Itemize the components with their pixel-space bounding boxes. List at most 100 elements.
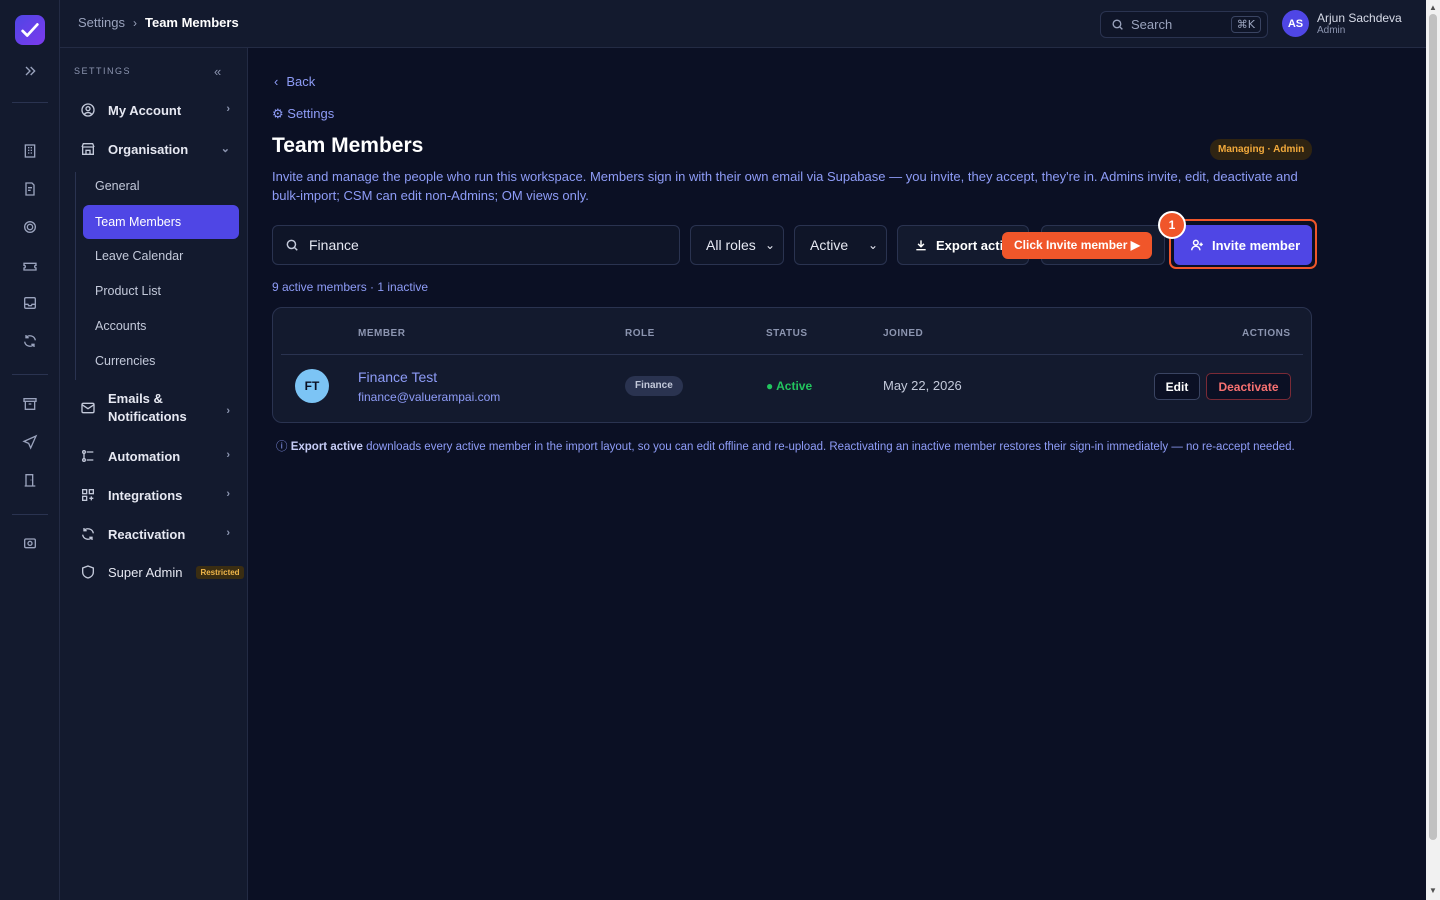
chevron-right-icon: › [226, 527, 230, 539]
chevron-down-icon: ⌄ [220, 143, 230, 155]
member-name[interactable]: Finance Test [358, 369, 437, 385]
sidebar-subitem-team-members[interactable]: Team Members [83, 205, 239, 239]
scroll-down-icon[interactable]: ▼ [1429, 886, 1437, 895]
user-circle-icon [81, 103, 95, 117]
sidebar-item-integrations[interactable]: Integrations › [80, 484, 230, 506]
app-logo[interactable] [15, 15, 45, 45]
document-icon[interactable] [20, 179, 40, 199]
building-icon[interactable] [20, 141, 40, 161]
sidebar-item-label: My Account [108, 102, 182, 118]
role-filter-select[interactable]: All roles ⌄ [690, 225, 784, 265]
archive-icon[interactable] [20, 394, 40, 414]
workflow-icon [82, 450, 94, 462]
database-icon[interactable] [20, 533, 40, 553]
chevron-right-icon: › [226, 449, 230, 461]
search-icon [286, 239, 298, 251]
target-icon[interactable] [20, 217, 40, 237]
breadcrumb-current: Team Members [144, 15, 239, 30]
sidebar-item-organisation[interactable]: Organisation ⌄ [80, 138, 230, 160]
breadcrumb-settings[interactable]: Settings [78, 15, 125, 30]
invite-member-button[interactable]: Invite member [1174, 225, 1312, 265]
rail-divider [12, 374, 48, 375]
user-role: Admin [1317, 24, 1346, 36]
sidebar-item-label: Automation [108, 448, 181, 464]
export-note: ⓘ Export active downloads every active m… [276, 438, 1306, 456]
inbox-icon[interactable] [20, 293, 40, 313]
step-number-badge: 1 [1158, 211, 1186, 239]
sidebar-subitem-product-list[interactable]: Product List [95, 284, 161, 298]
invite-label: Invite member [1212, 237, 1301, 253]
sidebar-item-reactivation[interactable]: Reactivation › [80, 523, 230, 545]
sidebar-item-emails-notifications[interactable]: Emails & Notifications › [80, 390, 230, 426]
note-text: downloads every active member in the imp… [362, 441, 1295, 453]
sidebar-subitem-general[interactable]: General [95, 179, 139, 193]
chevron-down-icon: ⌄ [867, 238, 878, 252]
column-header-status: STATUS [766, 328, 808, 339]
search-shortcut: ⌘K [1230, 16, 1261, 33]
avatar: FT [295, 369, 329, 403]
role-filter-value: All roles [706, 237, 756, 253]
managing-badge: Managing · Admin [1210, 139, 1313, 160]
restricted-badge: Restricted [196, 565, 244, 579]
back-label: Back [286, 74, 316, 89]
status-filter-select[interactable]: Active ⌄ [794, 225, 887, 265]
rail-divider [12, 102, 48, 103]
chevron-right-icon: › [226, 405, 230, 417]
deactivate-button[interactable]: Deactivate [1206, 373, 1291, 400]
back-link[interactable]: ‹ Back [274, 74, 315, 89]
avatar: AS [1282, 10, 1309, 37]
settings-link[interactable]: ⚙ Settings [272, 106, 334, 122]
door-icon[interactable] [20, 470, 40, 490]
download-icon [916, 240, 926, 251]
member-search-input[interactable]: Finance [272, 225, 680, 265]
user-name: Arjun Sachdeva [1317, 10, 1402, 25]
edit-button[interactable]: Edit [1154, 373, 1200, 400]
settings-sidebar: SETTINGS « My Account › Organisation ⌄ G… [60, 48, 248, 900]
sidebar-subitem-currencies[interactable]: Currencies [95, 354, 155, 368]
expand-rail-icon[interactable] [20, 61, 40, 81]
guide-hint-callout: Click Invite member ▶ [1002, 232, 1152, 259]
icon-rail [0, 0, 60, 900]
sidebar-item-label: Super Admin [108, 564, 183, 580]
sidebar-heading: SETTINGS [74, 66, 132, 76]
sidebar-item-automation[interactable]: Automation › [80, 445, 230, 467]
sidebar-subitem-accounts[interactable]: Accounts [95, 319, 146, 333]
user-menu[interactable]: AS Arjun Sachdeva Admin [1282, 10, 1402, 37]
main-content: ‹ Back ⚙ Settings Team Members Managing … [248, 48, 1426, 900]
chevron-left-icon: ‹ [274, 74, 279, 89]
scrollbar-thumb[interactable] [1429, 14, 1437, 840]
scroll-up-icon[interactable]: ▲ [1429, 3, 1437, 12]
sidebar-item-super-admin[interactable]: Super Admin Restricted [80, 561, 250, 583]
note-bold: Export active [290, 441, 363, 453]
sidebar-item-my-account[interactable]: My Account › [80, 99, 230, 121]
ticket-icon[interactable] [20, 256, 40, 276]
collapse-sidebar-icon[interactable]: « [214, 64, 221, 79]
mail-icon [81, 402, 95, 414]
info-icon: ⓘ [276, 441, 288, 453]
breadcrumb-separator-icon: › [132, 15, 137, 30]
page-description: Invite and manage the people who run thi… [272, 169, 1298, 203]
role-badge: Finance [625, 376, 683, 396]
column-header-member: MEMBER [358, 328, 406, 339]
breadcrumb: Settings › Team Members [78, 15, 239, 30]
sidebar-item-label: Reactivation [108, 526, 186, 542]
column-header-joined: JOINED [883, 328, 924, 339]
user-plus-icon [1191, 239, 1203, 251]
shield-icon [82, 565, 94, 579]
page-title: Team Members [272, 134, 424, 157]
status-filter-value: Active [810, 237, 849, 253]
members-table: MEMBER ROLE STATUS JOINED ACTIONS FT Fin… [272, 307, 1312, 423]
column-header-actions: ACTIONS [1242, 328, 1291, 339]
rail-divider [12, 514, 48, 515]
sidebar-subitem-leave-calendar[interactable]: Leave Calendar [95, 249, 183, 263]
grid-plus-icon [82, 489, 94, 501]
sidebar-item-label: Emails & Notifications [108, 391, 187, 424]
member-counts: 9 active members · 1 inactive [272, 280, 429, 294]
send-icon[interactable] [20, 432, 40, 452]
global-search[interactable]: Search ⌘K [1100, 11, 1268, 38]
refresh-icon [82, 528, 94, 540]
scrollbar[interactable]: ▲ ▼ [1426, 0, 1440, 900]
refresh-icon[interactable] [20, 331, 40, 351]
status-badge: ● Active [766, 379, 813, 393]
chevron-down-icon: ⌄ [764, 238, 775, 252]
